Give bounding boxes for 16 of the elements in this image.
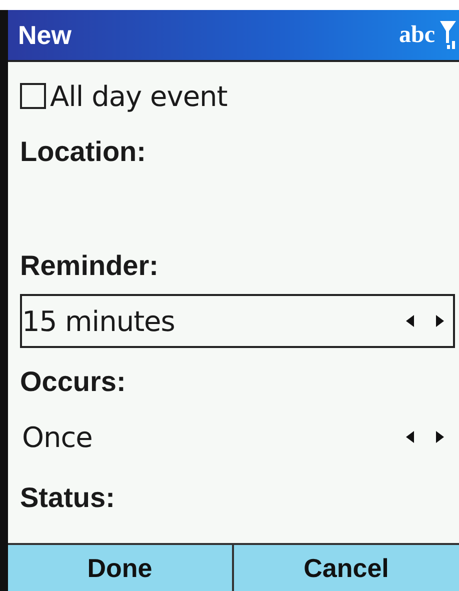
picker-field[interactable]: 15 minutes [20, 294, 455, 348]
checkbox-label: All day event [50, 80, 228, 112]
picker-value: 15 minutes [22, 304, 175, 338]
left-right-arrows-icon [405, 313, 445, 329]
field-label: Status: [20, 481, 115, 515]
picker-field[interactable]: Once [20, 410, 455, 464]
checkbox[interactable] [20, 83, 46, 109]
picker-value: Once [22, 420, 92, 454]
all-day-checkbox[interactable]: All day event [20, 68, 228, 124]
field-label: Occurs: [20, 365, 126, 399]
signal-icon [439, 19, 459, 51]
window-title: New [18, 20, 72, 50]
field-label: Reminder: [20, 249, 158, 283]
input-mode-indicator: abc [399, 22, 435, 48]
field-label: Location: [20, 135, 146, 169]
left-right-arrows-icon [405, 429, 445, 445]
